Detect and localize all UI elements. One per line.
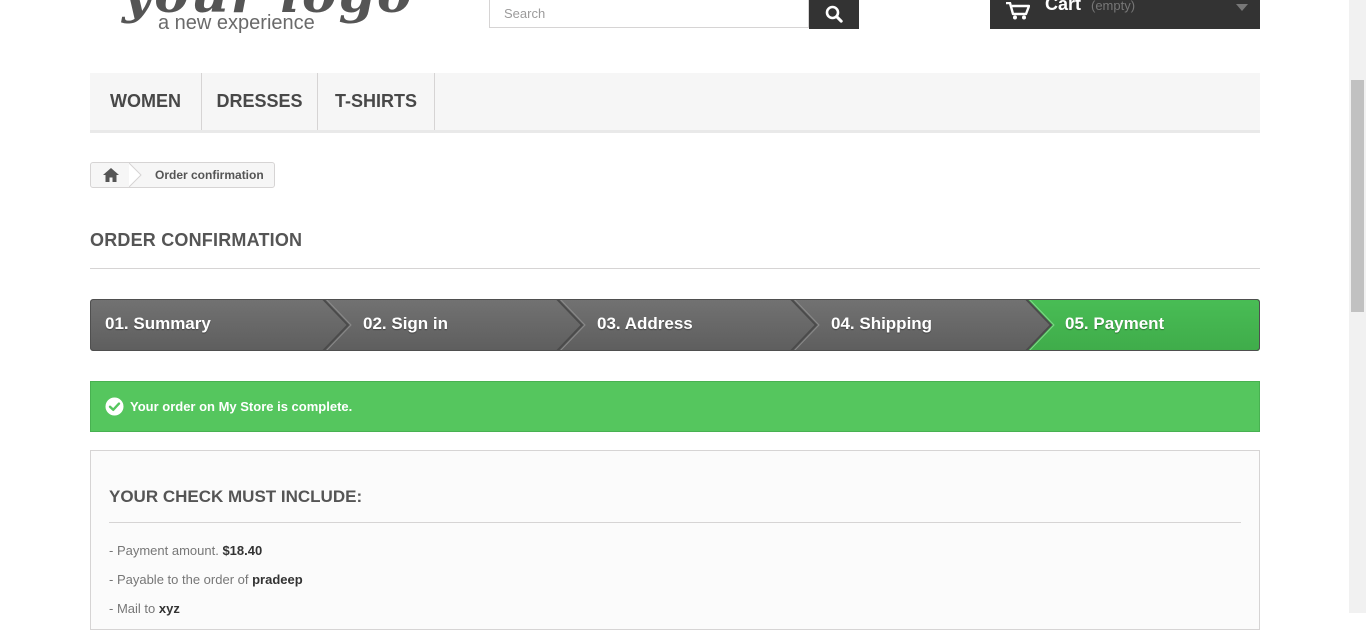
mail-to-value: xyz — [158, 601, 180, 616]
cart-icon — [1006, 2, 1030, 20]
step-sign-in[interactable]: 02. Sign in — [363, 314, 448, 334]
step-address[interactable]: 03. Address — [597, 314, 693, 334]
breadcrumb-separator — [129, 163, 142, 187]
main-menu: WOMEN DRESSES T-SHIRTS — [90, 73, 1260, 133]
search-button[interactable] — [809, 0, 859, 29]
menu-item-tshirts[interactable]: T-SHIRTS — [318, 73, 435, 130]
check-instructions-box: YOUR CHECK MUST INCLUDE: - Payment amoun… — [90, 450, 1260, 630]
mail-to-label: - Mail to — [109, 601, 156, 616]
store-logo[interactable]: your logo a new experience — [118, 0, 412, 40]
payable-to-label: - Payable to the order of — [109, 572, 249, 587]
mail-to-line: - Mail to xyz — [109, 601, 180, 616]
search-box — [489, 0, 809, 28]
search-input[interactable] — [490, 0, 808, 27]
step-shipping[interactable]: 04. Shipping — [831, 314, 932, 334]
page-scrollbar[interactable] — [1349, 0, 1366, 613]
breadcrumb-home-link[interactable] — [91, 163, 131, 187]
menu-item-women[interactable]: WOMEN — [90, 73, 202, 130]
step-summary[interactable]: 01. Summary — [105, 314, 211, 334]
divider — [90, 268, 1260, 269]
payable-to-line: - Payable to the order of pradeep — [109, 572, 303, 587]
success-message: Your order on My Store is complete. — [130, 399, 353, 414]
check-instructions-title: YOUR CHECK MUST INCLUDE: — [109, 487, 363, 506]
cart-button[interactable]: Cart (empty) — [990, 0, 1260, 29]
scrollbar-thumb[interactable] — [1351, 80, 1364, 312]
menu-item-dresses[interactable]: DRESSES — [202, 73, 318, 130]
check-circle-icon — [105, 397, 124, 416]
page-title: ORDER CONFIRMATION — [90, 230, 303, 250]
payable-to-value: pradeep — [252, 572, 303, 587]
caret-down-icon — [1236, 4, 1248, 11]
cart-status: (empty) — [1091, 0, 1136, 13]
step-payment: 05. Payment — [1065, 314, 1165, 333]
divider — [109, 522, 1241, 523]
payment-amount-line: - Payment amount. $18.40 — [109, 543, 262, 558]
success-alert: Your order on My Store is complete. — [90, 381, 1260, 432]
order-steps: 01. Summary 02. Sign in 03. Address 04. … — [90, 299, 1260, 351]
payment-amount-label: - Payment amount. — [109, 543, 219, 558]
cart-label: Cart — [1045, 0, 1082, 14]
logo-tagline: a new experience — [158, 12, 315, 34]
breadcrumb-current: Order confirmation — [155, 168, 264, 182]
search-icon — [825, 5, 843, 23]
breadcrumb: Order confirmation — [90, 162, 275, 188]
payment-amount-value: $18.40 — [222, 543, 263, 558]
home-icon — [103, 168, 119, 182]
